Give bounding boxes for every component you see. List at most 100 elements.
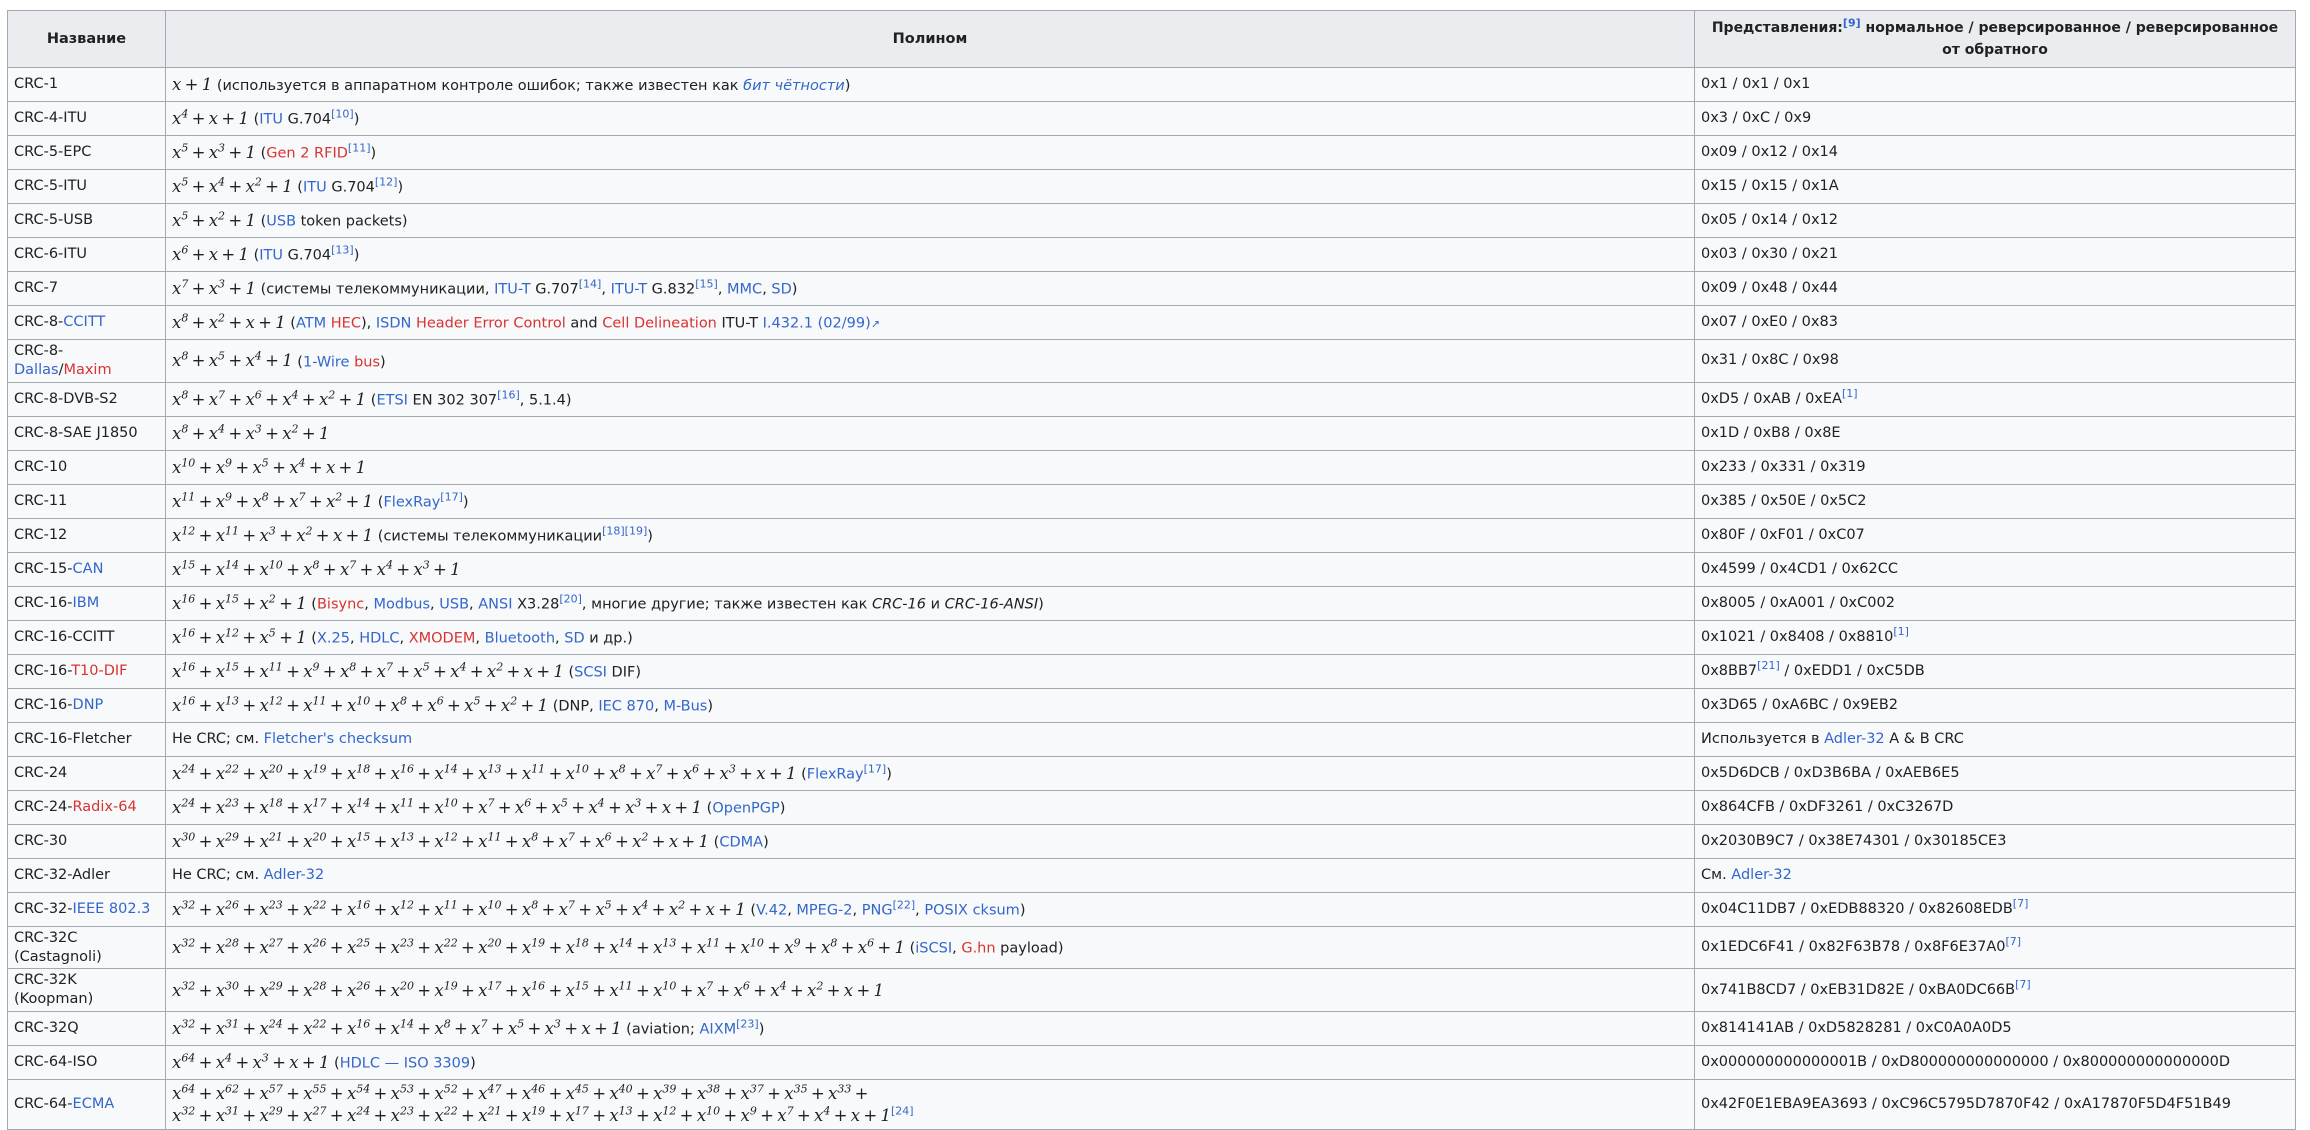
cell-text: token packets)	[296, 213, 408, 230]
wiki-link[interactable]: IBM	[73, 595, 100, 611]
external-link-icon[interactable]: ↗	[871, 318, 880, 331]
header-repr-ref[interactable]: [9]	[1843, 16, 1861, 29]
wiki-link[interactable]: Adler-32	[1731, 867, 1792, 883]
cell-representations: 0x04C11DB7 / 0xEDB88320 / 0x82608EDB[7]	[1694, 891, 2296, 927]
cell-text: CRC-8-	[14, 343, 64, 359]
wiki-link[interactable]: IEEE 802.3	[73, 901, 151, 917]
missing-wiki-link[interactable]: bus	[354, 354, 380, 370]
missing-wiki-link[interactable]: G.hn	[961, 941, 995, 957]
cell-text: CRC-7	[14, 280, 59, 297]
cell-text: 0x1 / 0x1 / 0x1	[1701, 76, 1811, 93]
missing-wiki-link[interactable]: Radix-64	[73, 799, 137, 815]
cell-text: (системы телекоммуникации	[373, 528, 603, 545]
reference-link[interactable]: [24]	[891, 1105, 914, 1118]
wiki-link[interactable]: OpenPGP	[712, 801, 779, 817]
wiki-link[interactable]: M-Bus	[663, 699, 707, 715]
wiki-link[interactable]: ANSI	[478, 597, 512, 613]
wiki-link[interactable]: MPEG-2	[796, 903, 852, 919]
wiki-link[interactable]: iSCSI	[915, 941, 952, 957]
polynomial-formula: x64 + x62 + x57 + x55 + x54 + x53 + x52 …	[172, 1082, 872, 1103]
wiki-link[interactable]: бит чётности	[743, 78, 845, 94]
reference-link[interactable]: [22]	[893, 899, 916, 912]
reference-link[interactable]: [20]	[559, 593, 582, 606]
wiki-link[interactable]: ITU	[259, 112, 283, 128]
cell-text: DIF)	[606, 664, 641, 681]
wiki-link[interactable]: IEC 870	[598, 699, 654, 715]
wiki-link[interactable]: CDMA	[719, 835, 763, 851]
missing-wiki-link[interactable]: HEC	[331, 316, 361, 332]
wiki-link[interactable]: Bluetooth	[485, 631, 555, 647]
wiki-link[interactable]: X.25	[317, 631, 350, 647]
wiki-link[interactable]: ISDN	[376, 316, 412, 332]
cell-polynomial: x5 + x2 + 1 (USB token packets)	[165, 203, 1695, 238]
cell-name: CRC-24	[7, 755, 166, 791]
cell-representations: 0x1D / 0xB8 / 0x8E	[1694, 415, 2296, 451]
reference-link[interactable]: [16]	[497, 389, 520, 402]
missing-wiki-link[interactable]: Gen 2 RFID	[266, 146, 348, 162]
cell-text: CRC-16-	[14, 594, 73, 611]
wiki-link[interactable]: 1-Wire	[303, 354, 349, 370]
wiki-link[interactable]: ITU	[259, 248, 283, 264]
reference-link[interactable]: [7]	[2006, 935, 2022, 948]
wiki-link[interactable]: CAN	[73, 561, 104, 577]
wiki-link[interactable]: ITU	[303, 180, 327, 196]
wiki-link[interactable]: Dallas	[14, 362, 59, 378]
wiki-link[interactable]: ITU-T	[494, 282, 531, 298]
reference-link[interactable]: [14]	[579, 278, 602, 291]
wiki-link[interactable]: Adler-32	[1824, 731, 1885, 747]
reference-link[interactable]: [12]	[375, 176, 398, 189]
missing-wiki-link[interactable]: Bisync	[317, 597, 364, 613]
wiki-link[interactable]: ITU-T	[611, 282, 648, 298]
table-row: CRC-1 x + 1 (используется в аппаратном ко…	[7, 67, 2296, 102]
missing-wiki-link[interactable]: Header Error Control	[416, 316, 566, 332]
wiki-link[interactable]: FlexRay	[383, 495, 440, 511]
missing-wiki-link[interactable]: T10-DIF	[71, 663, 127, 679]
cell-representations: 0x3 / 0xC / 0x9	[1694, 101, 2296, 136]
cell-text: ,	[952, 940, 962, 957]
wiki-link[interactable]: SCSI	[574, 665, 607, 681]
wiki-link[interactable]: Adler-32	[264, 867, 325, 883]
wiki-link[interactable]: POSIX cksum	[924, 903, 1019, 919]
reference-link[interactable]: [18]	[602, 525, 625, 538]
wiki-link[interactable]: Modbus	[373, 597, 430, 613]
wiki-link[interactable]: Fletcher's checksum	[264, 731, 413, 747]
reference-link[interactable]: [13]	[331, 244, 354, 257]
reference-link[interactable]: [10]	[331, 108, 354, 121]
cell-text: CRC-4-ITU	[14, 110, 88, 127]
reference-link[interactable]: [17]	[440, 491, 463, 504]
wiki-link[interactable]: MMC	[727, 282, 762, 298]
reference-link[interactable]: [11]	[348, 142, 371, 155]
cell-text: Используется в	[1701, 730, 1825, 747]
cell-text: (	[563, 664, 575, 681]
wiki-link[interactable]: AIXM	[700, 1022, 737, 1038]
wiki-link[interactable]: ETSI	[376, 393, 408, 409]
reference-link[interactable]: [1]	[1842, 387, 1858, 400]
reference-link[interactable]: [17]	[864, 763, 887, 776]
wiki-link[interactable]: SD	[564, 631, 584, 647]
reference-link[interactable]: [19]	[625, 525, 648, 538]
reference-link[interactable]: [21]	[1757, 659, 1780, 672]
wiki-link[interactable]: DNP	[73, 697, 104, 713]
wiki-link[interactable]: FlexRay	[807, 767, 864, 783]
reference-link[interactable]: [7]	[2015, 978, 2031, 991]
wiki-link[interactable]: HDLC — ISO 3309	[340, 1056, 470, 1072]
wiki-link[interactable]: USB	[439, 597, 469, 613]
missing-wiki-link[interactable]: Cell Delineation	[602, 316, 717, 332]
wiki-link[interactable]: HDLC	[359, 631, 399, 647]
reference-link[interactable]: [23]	[736, 1018, 759, 1031]
wiki-link[interactable]: V.42	[756, 903, 787, 919]
cell-representations: 0x8005 / 0xA001 / 0xC002	[1694, 585, 2296, 621]
wiki-link[interactable]: CCITT	[63, 314, 105, 330]
missing-wiki-link[interactable]: Maxim	[63, 362, 111, 378]
reference-link[interactable]: [15]	[695, 278, 718, 291]
reference-link[interactable]: [1]	[1893, 625, 1909, 638]
missing-wiki-link[interactable]: XMODEM	[409, 631, 476, 647]
wiki-link[interactable]: SD	[771, 282, 791, 298]
wiki-link[interactable]: USB	[266, 214, 296, 230]
wiki-link[interactable]: ATM	[296, 316, 326, 332]
reference-link[interactable]: [7]	[2013, 897, 2029, 910]
wiki-link[interactable]: PNG	[862, 903, 893, 919]
cell-text: )	[779, 800, 786, 817]
wiki-link[interactable]: ECMA	[73, 1096, 115, 1112]
wiki-link[interactable]: I.432.1 (02/99)	[763, 316, 871, 332]
